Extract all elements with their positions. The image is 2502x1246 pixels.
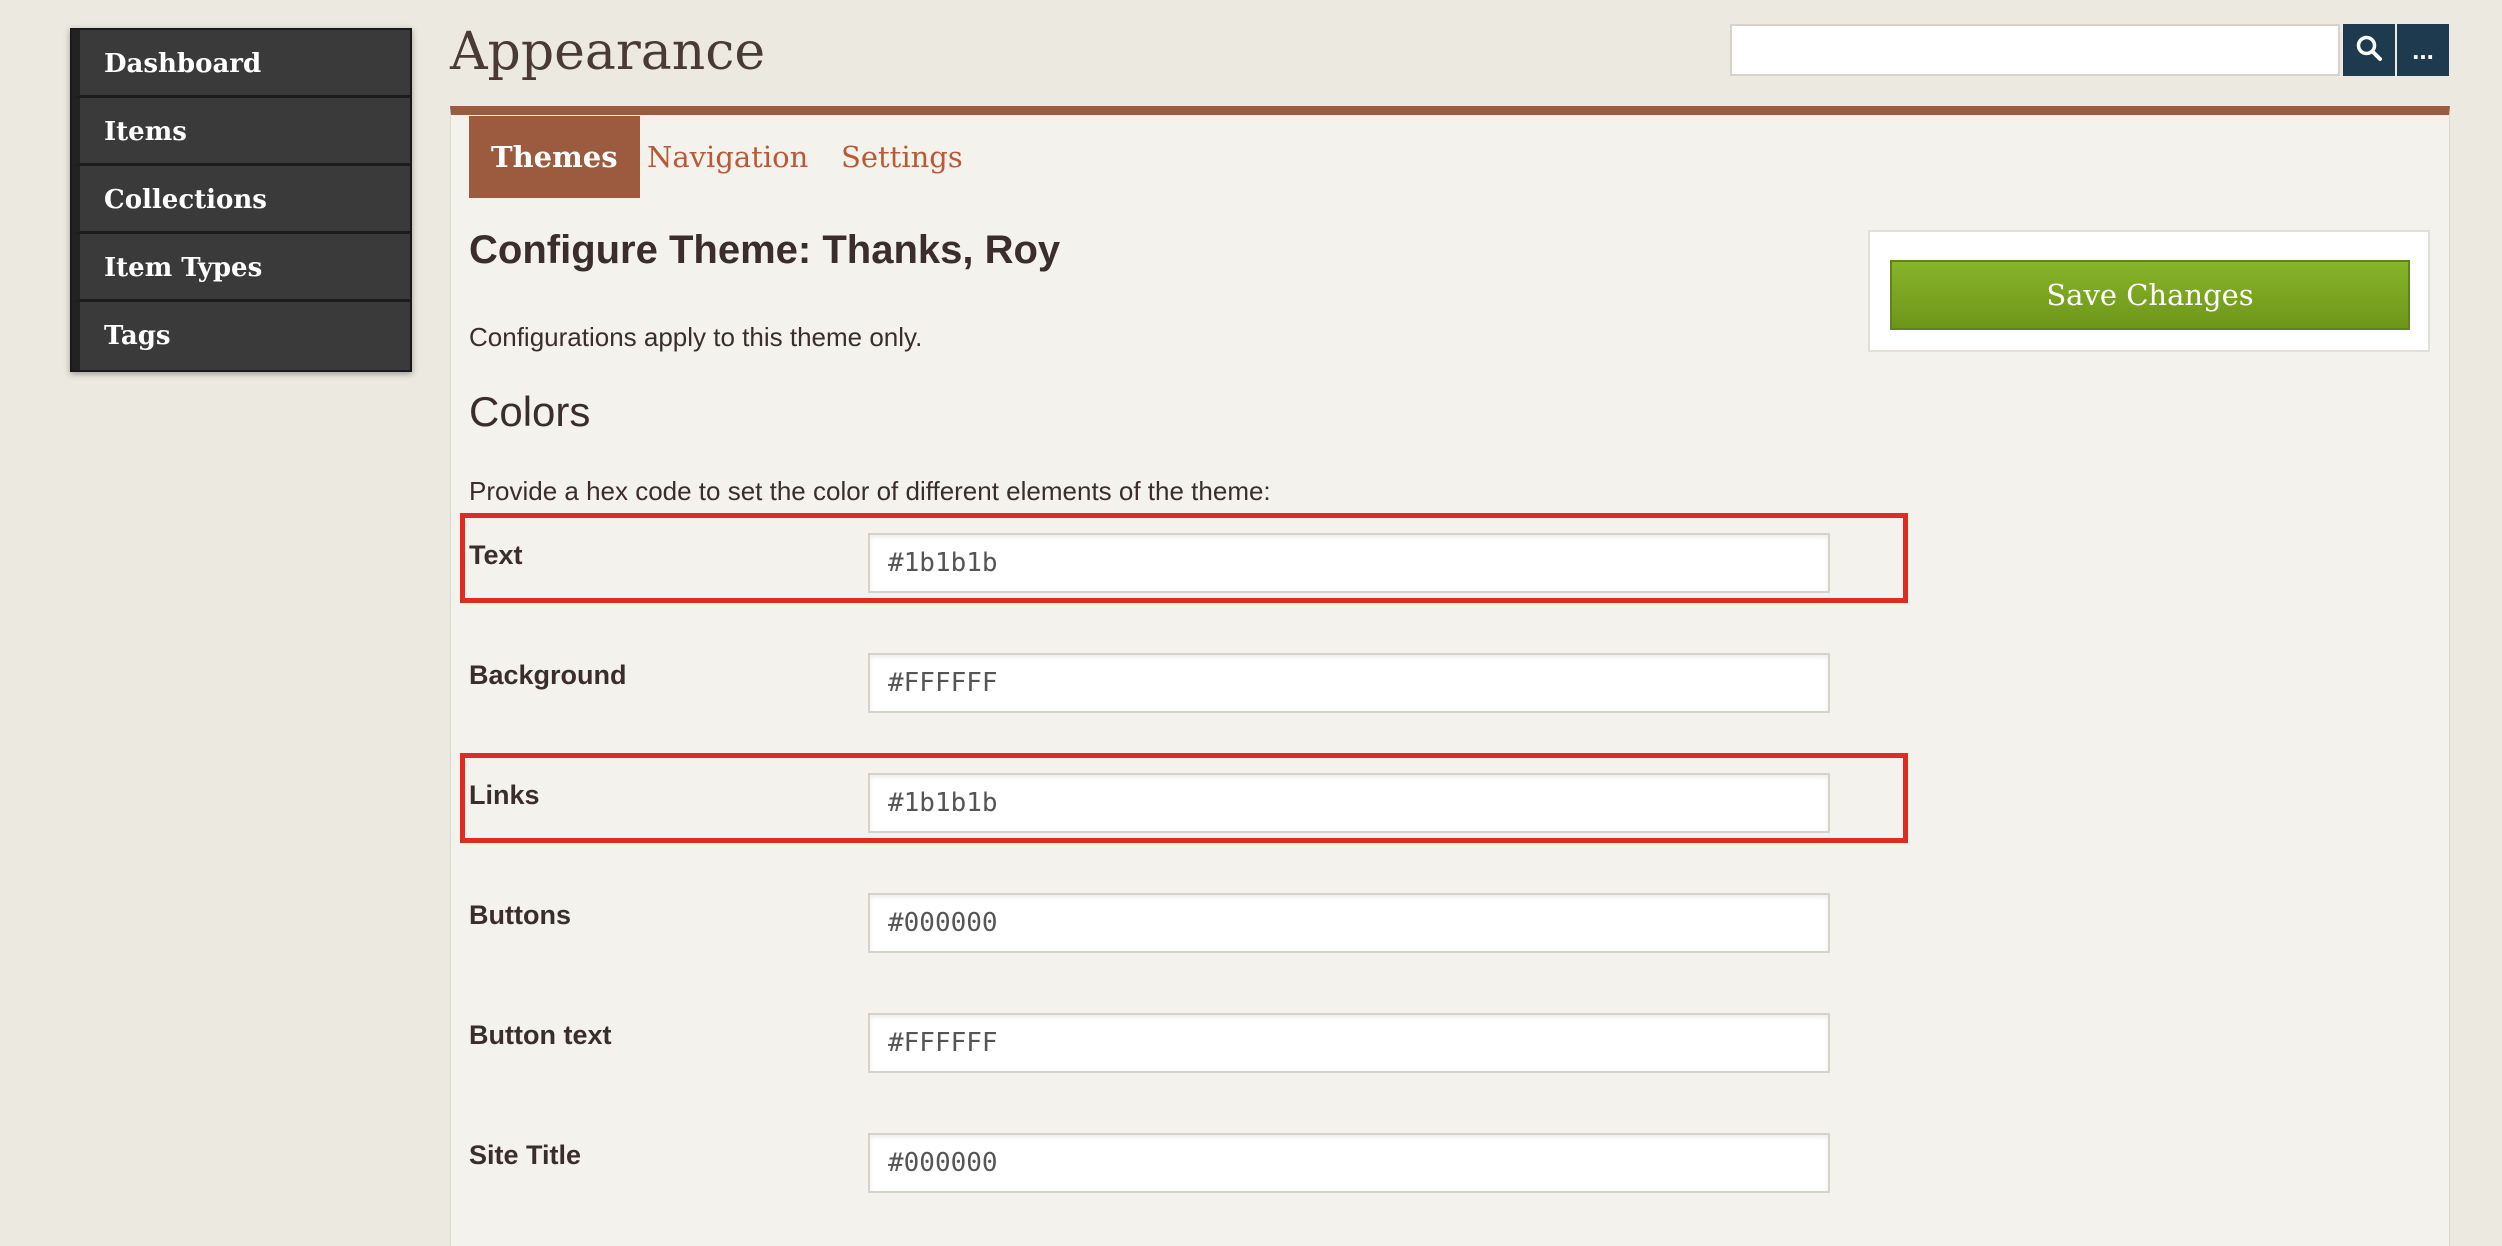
- colors-description: Provide a hex code to set the color of d…: [469, 476, 1271, 506]
- search-icon: [2355, 34, 2383, 67]
- sidebar-item-items[interactable]: Items: [72, 98, 410, 166]
- buttons-color-label: Buttons: [469, 900, 571, 930]
- button-text-color-input[interactable]: [868, 1013, 1830, 1073]
- page-title: Appearance: [450, 22, 766, 82]
- sidebar-item-item-types[interactable]: Item Types: [72, 234, 410, 302]
- tab-themes[interactable]: Themes: [469, 116, 640, 198]
- sidebar-item-collections[interactable]: Collections: [72, 166, 410, 234]
- button-text-color-label: Button text: [469, 1020, 612, 1050]
- site-title-color-label: Site Title: [469, 1140, 582, 1170]
- text-color-label: Text: [469, 540, 523, 570]
- configure-theme-title: Configure Theme: Thanks, Roy: [469, 228, 1061, 272]
- more-options-button[interactable]: ...: [2397, 24, 2449, 76]
- sidebar-item-dashboard[interactable]: Dashboard: [72, 30, 410, 98]
- buttons-color-input[interactable]: [868, 893, 1830, 953]
- colors-heading: Colors: [469, 388, 591, 435]
- text-color-input[interactable]: [868, 533, 1830, 593]
- search-input[interactable]: [1730, 24, 2340, 76]
- site-title-color-input[interactable]: [868, 1133, 1830, 1193]
- tab-settings[interactable]: Settings: [841, 116, 963, 198]
- links-color-input[interactable]: [868, 773, 1830, 833]
- save-changes-button[interactable]: Save Changes: [1890, 260, 2410, 330]
- tab-navigation[interactable]: Navigation: [647, 116, 808, 198]
- sidebar-item-tags[interactable]: Tags: [72, 302, 410, 370]
- search-button[interactable]: [2343, 24, 2395, 76]
- ellipsis-icon: ...: [2412, 34, 2434, 65]
- links-color-label: Links: [469, 780, 540, 810]
- config-intro-text: Configurations apply to this theme only.: [469, 322, 923, 352]
- background-color-label: Background: [469, 660, 627, 690]
- background-color-input[interactable]: [868, 653, 1830, 713]
- sidebar-nav: Dashboard Items Collections Item Types T…: [70, 28, 412, 372]
- save-panel: Save Changes: [1868, 230, 2430, 352]
